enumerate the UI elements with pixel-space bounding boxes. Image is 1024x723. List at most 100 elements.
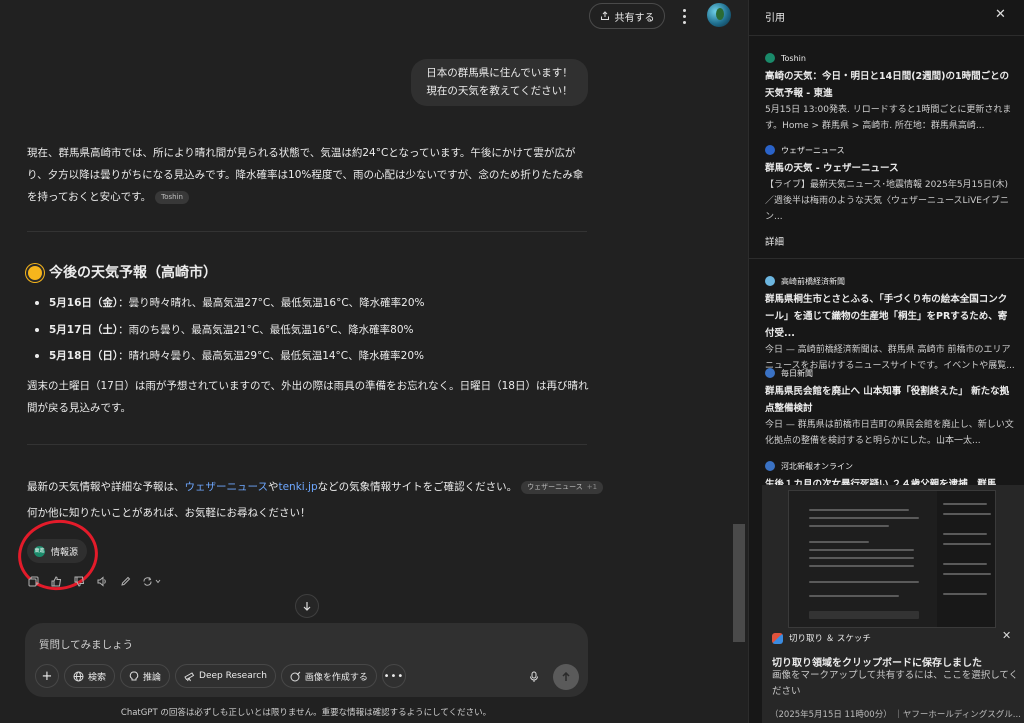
paragraph-text: などの気象情報サイトをご確認ください。 — [317, 481, 518, 493]
citation-title: 高崎の天気：今日・明日と14日間(2週間)の1時間ごとの天気予報 - 東進 — [765, 71, 1010, 99]
divider — [749, 35, 1024, 36]
paragraph-text: や — [267, 481, 279, 493]
send-button[interactable] — [553, 664, 579, 690]
create-image-button[interactable]: 画像を作成する — [280, 664, 377, 688]
forecast-heading-text: 今後の天気予報（高崎市） — [49, 265, 217, 281]
user-message-line: 日本の群馬県に住んでいます！ — [426, 67, 573, 79]
citation-chip-weathernews[interactable]: ウェザーニュース +1 — [521, 480, 604, 494]
source-favicon-icon — [765, 368, 775, 378]
toast-close-icon[interactable]: ✕ — [1002, 629, 1011, 642]
more-options-icon[interactable] — [678, 6, 690, 26]
citation-item[interactable]: ウェザーニュース 群馬の天気 - ウェザーニュース 【ライブ】最新天気ニュース･… — [765, 143, 1015, 225]
citation-title: 群馬県民会館を廃止へ 山本知事「役割終えた」 新たな拠点整備検討 — [765, 386, 1010, 414]
peek-text: （2025年5月15日 11時00分） ｜ヤフーホールディングスグル... — [770, 710, 1021, 720]
create-image-label: 画像を作成する — [304, 672, 368, 683]
prompt-input-placeholder[interactable]: 質問してみましょう — [39, 637, 133, 652]
forecast-desc: ：晴れ時々曇り、最高気温29°C、最低気温14°C、降水確率20% — [118, 350, 424, 362]
divider — [27, 231, 587, 232]
screenshot-thumbnail — [788, 490, 996, 628]
chip-more-count: +1 — [586, 482, 598, 491]
microphone-icon[interactable] — [524, 667, 544, 687]
forecast-date: 5月16日（金） — [49, 297, 119, 309]
composer[interactable]: 質問してみましょう + 検索 推論 Deep Research 画像を作成する … — [25, 623, 588, 697]
edit-pen-icon[interactable] — [118, 574, 132, 588]
regenerate-icon[interactable] — [141, 574, 163, 588]
list-item: 5月17日（土）：雨のち曇り、最高気温21°C、最低気温16°C、降水確率80% — [33, 317, 593, 344]
thumbs-down-icon[interactable] — [72, 574, 86, 588]
list-item: 5月18日（日）：晴れ時々曇り、最高気温29°C、最低気温14°C、降水確率20… — [33, 343, 593, 370]
citation-source: Toshin — [781, 53, 806, 63]
forecast-heading: 今後の天気予報（高崎市） — [28, 262, 217, 284]
citation-source: 河北新報オンライン — [781, 461, 853, 471]
scroll-down-button[interactable] — [295, 594, 319, 618]
reason-button[interactable]: 推論 — [120, 664, 171, 688]
forecast-desc: ：曇り時々晴れ、最高気温27°C、最低気温16°C、降水確率20% — [118, 297, 425, 309]
user-message: 日本の群馬県に住んでいます！ 現在の天気を教えてください！ — [411, 59, 588, 106]
details-label: 詳細 — [765, 237, 785, 248]
assistant-paragraph-closing: 何か他に知りたいことがあれば、お気軽にお尋ねください！ — [27, 507, 311, 519]
citation-source: 高崎前橋経済新聞 — [781, 276, 845, 286]
citation-snippet: 5月15日 13:00発表. リロードすると1時間ごとに更新されます。Home … — [765, 105, 1012, 131]
deep-research-button[interactable]: Deep Research — [175, 664, 276, 688]
thumbs-up-icon[interactable] — [49, 574, 63, 588]
share-label: 共有する — [614, 12, 655, 24]
image-brush-icon — [290, 671, 301, 681]
paragraph-text: 現在、群馬県高崎市では、所により晴れ間が見られる状態で、気温は約24°Cとなって… — [27, 147, 584, 203]
citation-chip-toshin[interactable]: Toshin — [155, 190, 189, 204]
toast-app: 切り取り ＆ スケッチ — [772, 632, 871, 644]
plus-icon: + — [41, 668, 53, 684]
toast-body: 画像をマークアップして共有するには、ここを選択してください — [772, 670, 1019, 697]
scrollbar-thumb[interactable] — [733, 524, 745, 642]
top-bar: 共有する — [0, 0, 748, 32]
assistant-paragraph-weekend: 週末の土曜日（17日）は雨が予想されていますので、外出の際は雨具の準備をお忘れな… — [27, 380, 589, 414]
telescope-icon — [184, 671, 195, 681]
assistant-paragraph-sources: 最新の天気情報や詳細な予報は、ウェザーニュースやtenki.jpなどの気象情報サ… — [27, 476, 607, 498]
user-message-line: 現在の天気を教えてください！ — [426, 85, 573, 97]
assistant-paragraph-current: 現在、群馬県高崎市では、所により晴れ間が見られる状態で、気温は約24°Cとなって… — [27, 142, 592, 208]
globe-icon — [73, 671, 84, 681]
sun-icon — [28, 266, 42, 280]
share-button[interactable]: 共有する — [589, 3, 665, 29]
search-button[interactable]: 検索 — [64, 664, 116, 688]
composer-tools: + 検索 推論 Deep Research 画像を作成する ••• — [35, 664, 406, 688]
source-favicon-icon — [765, 461, 775, 471]
more-tools-button[interactable]: ••• — [381, 664, 406, 688]
list-item: 5月16日（金）：曇り時々晴れ、最高気温27°C、最低気温16°C、降水確率20… — [33, 290, 593, 317]
chat-main: 共有する 日本の群馬県に住んでいます！ 現在の天気を教えてください！ 現在、群馬… — [0, 0, 748, 723]
paragraph-text: 最新の天気情報や詳細な予報は、 — [27, 481, 185, 493]
link-tenki[interactable]: tenki.jp — [278, 481, 317, 493]
panel-title: 引用 — [765, 13, 785, 24]
forecast-date: 5月18日（日） — [49, 350, 119, 362]
more-horizontal-icon: ••• — [383, 670, 405, 682]
source-favicon-icon — [765, 145, 775, 155]
citation-snippet: 【ライブ】最新天気ニュース･地震情報 2025年5月15日(木) ／週後半は梅雨… — [765, 180, 1009, 222]
citation-item[interactable]: 高崎前橋経済新聞 群馬県桐生市とさとふる、「手づくり布の絵本全国コンクール」を通… — [765, 274, 1015, 374]
link-weathernews[interactable]: ウェザーニュース — [185, 481, 268, 493]
search-label: 検索 — [88, 672, 107, 683]
toast-app-name: 切り取り ＆ スケッチ — [789, 634, 871, 644]
arrow-up-icon — [562, 672, 570, 681]
source-favicon-icon — [765, 53, 775, 63]
citation-source: ウェザーニュース — [781, 145, 845, 155]
citation-snippet: 今日 — 群馬県は前橋市日吉町の県民会館を廃止し、新しい文化拠点の整備を検討する… — [765, 420, 1014, 446]
citation-item[interactable]: 毎日新聞 群馬県民会館を廃止へ 山本知事「役割終えた」 新たな拠点整備検討 今日… — [765, 366, 1015, 449]
forecast-desc: ：雨のち曇り、最高気温21°C、最低気温16°C、降水確率80% — [118, 323, 414, 336]
message-actions — [26, 574, 163, 588]
citation-source: 毎日新聞 — [781, 368, 813, 378]
divider — [27, 444, 587, 445]
snip-sketch-icon — [772, 632, 783, 644]
speaker-icon[interactable] — [95, 574, 109, 588]
deep-research-label: Deep Research — [199, 671, 267, 681]
copy-icon[interactable] — [26, 574, 40, 588]
toast-title: 切り取り領域をクリップボードに保存しました — [772, 658, 982, 669]
arrow-down-icon — [303, 602, 311, 611]
close-icon[interactable]: ✕ — [995, 7, 1006, 22]
citation-title: 群馬県桐生市とさとふる、「手づくり布の絵本全国コンクール」を通じて織物の生産地「… — [765, 294, 1008, 339]
snip-sketch-notification[interactable]: 切り取り ＆ スケッチ ✕ 切り取り領域をクリップボードに保存しました 画像をマ… — [762, 485, 1024, 723]
citation-title: 群馬の天気 - ウェザーニュース — [765, 163, 899, 174]
source-favicon-icon — [765, 276, 775, 286]
avatar[interactable] — [707, 3, 731, 27]
citation-item[interactable]: Toshin 高崎の天気：今日・明日と14日間(2週間)の1時間ごとの天気予報 … — [765, 51, 1015, 134]
lightbulb-icon — [129, 671, 139, 680]
attach-plus-button[interactable]: + — [35, 664, 59, 688]
